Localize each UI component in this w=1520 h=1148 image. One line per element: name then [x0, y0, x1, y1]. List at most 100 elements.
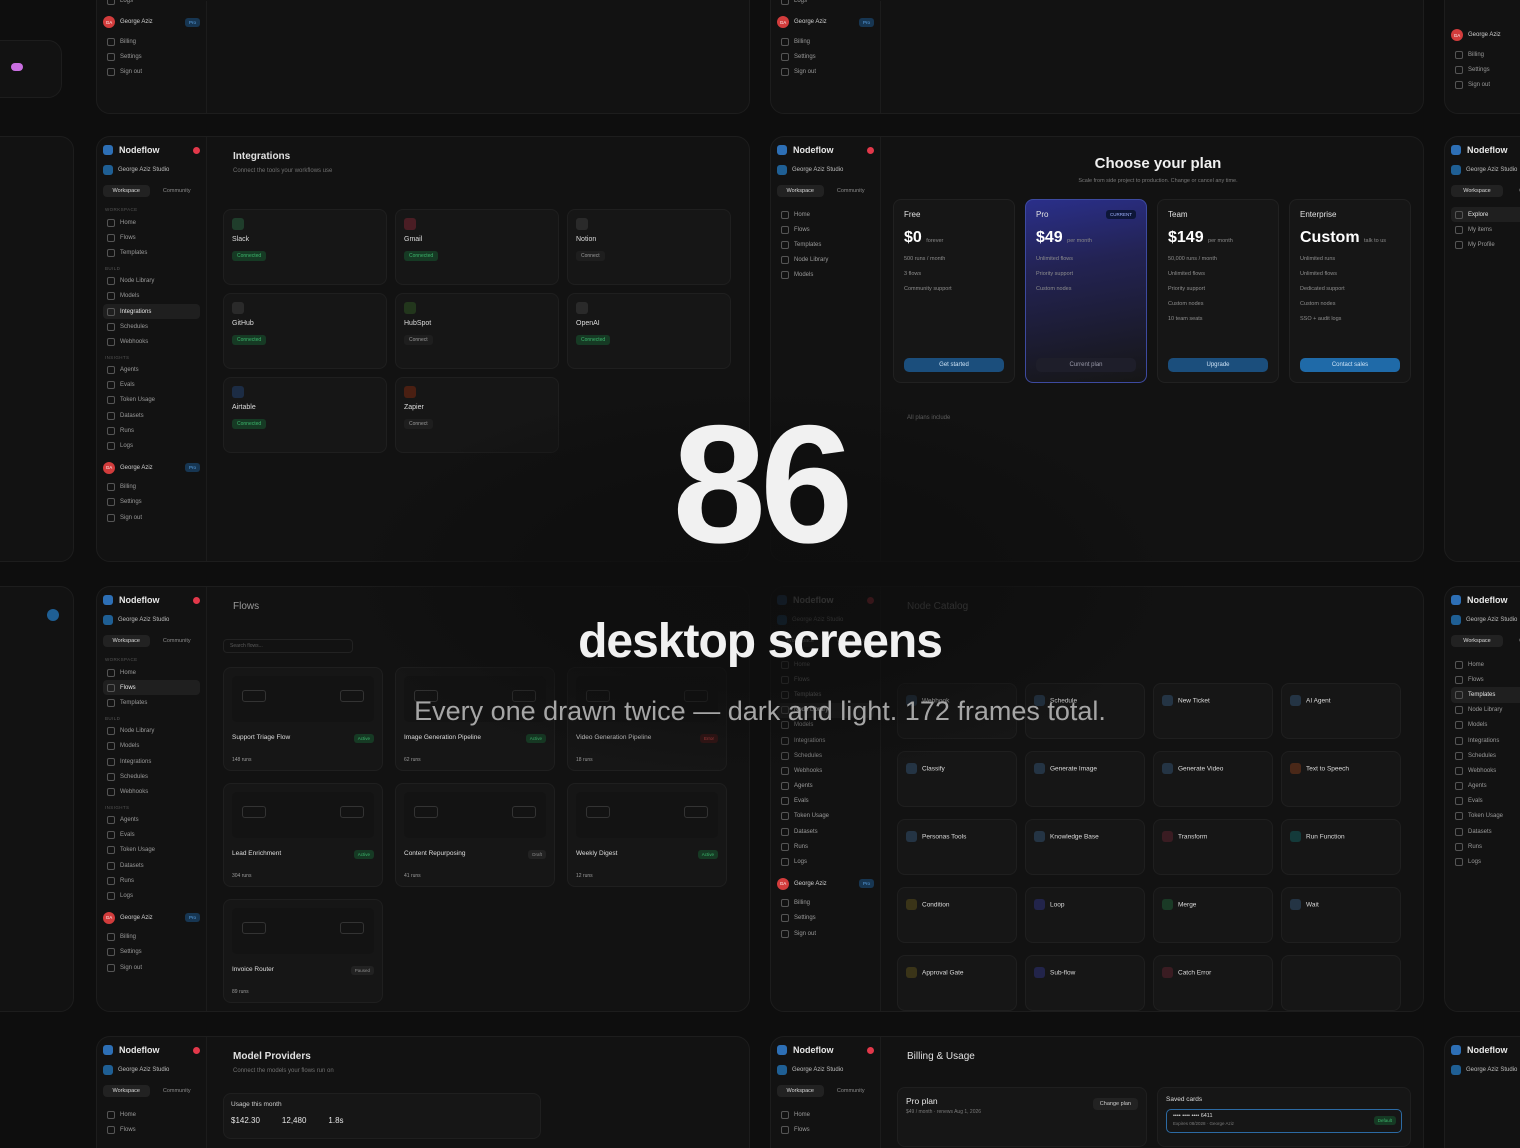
tab-community[interactable]: Community	[828, 185, 875, 197]
integration-card[interactable]: GitHub Connected	[223, 293, 387, 369]
nav-integrations[interactable]: Integrations	[103, 754, 200, 769]
node-card[interactable]: Generate Image	[1025, 751, 1145, 807]
nav-flows[interactable]: Flows	[103, 680, 200, 696]
integration-card[interactable]: Gmail Connected	[395, 209, 559, 285]
nav-logs[interactable]: Logs	[777, 0, 874, 8]
nav-webhooks[interactable]: Webhooks	[103, 784, 200, 799]
tab-community[interactable]: Community	[1507, 185, 1520, 197]
node-card[interactable]: Merge	[1153, 887, 1273, 943]
nav-settings[interactable]: Settings	[103, 49, 200, 64]
nav-evals[interactable]: Evals	[777, 794, 874, 809]
nav-runs[interactable]: Runs	[777, 839, 874, 854]
nav-agents[interactable]: Agents	[103, 363, 200, 378]
nav-billing[interactable]: Billing	[103, 930, 200, 945]
nav-logs[interactable]: Logs	[1451, 854, 1520, 869]
studio-switcher[interactable]: George Aziz Studio	[103, 1065, 200, 1075]
flow-card[interactable]: Invoice Router Paused 89 runs	[223, 899, 383, 1003]
nav-datasets[interactable]: Datasets	[777, 824, 874, 839]
nav-logs[interactable]: Logs	[777, 854, 874, 869]
nav-settings[interactable]: Settings	[1451, 62, 1520, 77]
contact-sales-button[interactable]: Contact sales	[1300, 358, 1400, 372]
nav-logs[interactable]: Logs	[103, 0, 200, 8]
studio-switcher[interactable]: George Aziz Studio	[103, 165, 200, 175]
nav-my-items[interactable]: My items	[1451, 222, 1520, 237]
nav-flows[interactable]: Flows	[777, 222, 874, 237]
nav-models[interactable]: Models	[777, 268, 874, 283]
nav-sign-out[interactable]: Sign out	[103, 960, 200, 975]
nav-flows[interactable]: Flows	[1451, 672, 1520, 687]
tab-workspace[interactable]: Workspace	[103, 185, 150, 197]
user-row[interactable]: GA George Aziz Pro	[777, 16, 874, 29]
user-row[interactable]: GA George Aziz Pro	[103, 16, 200, 29]
nav-webhooks[interactable]: Webhooks	[1451, 763, 1520, 778]
notification-bell-icon[interactable]	[867, 146, 874, 154]
nav-settings[interactable]: Settings	[103, 945, 200, 960]
notification-bell-icon[interactable]	[193, 596, 200, 604]
card-row[interactable]: •••• •••• •••• 6411 Expires 08/2028 · Ge…	[1166, 1109, 1402, 1133]
node-card[interactable]: Transform	[1153, 819, 1273, 875]
nav-evals[interactable]: Evals	[1451, 794, 1520, 809]
node-card[interactable]: Run Function	[1281, 819, 1401, 875]
notification-bell-icon[interactable]	[867, 596, 874, 604]
nav-models[interactable]: Models	[103, 289, 200, 304]
change-plan-button[interactable]: Change plan	[1092, 1098, 1138, 1110]
integration-card[interactable]: HubSpot Connect	[395, 293, 559, 369]
tab-workspace[interactable]: Workspace	[1451, 185, 1503, 197]
upgrade-button[interactable]: Upgrade	[1168, 358, 1268, 372]
add-node-card[interactable]	[1281, 955, 1401, 1011]
nav-models[interactable]: Models	[103, 739, 200, 754]
nav-token-usage[interactable]: Token Usage	[777, 809, 874, 824]
notification-bell-icon[interactable]	[193, 1046, 200, 1054]
nav-logs[interactable]: Logs	[103, 888, 200, 903]
nav-billing[interactable]: Billing	[777, 896, 874, 911]
nav-agents[interactable]: Agents	[777, 779, 874, 794]
nav-home[interactable]: Home	[777, 207, 874, 222]
nav-flows[interactable]: Flows	[777, 672, 874, 687]
nav-datasets[interactable]: Datasets	[1451, 824, 1520, 839]
nav-explore[interactable]: Explore	[1451, 207, 1520, 223]
node-card[interactable]: Generate Video	[1153, 751, 1273, 807]
nav-token-usage[interactable]: Token Usage	[103, 843, 200, 858]
node-card[interactable]: Classify	[897, 751, 1017, 807]
nav-integrations[interactable]: Integrations	[777, 733, 874, 748]
nav-runs[interactable]: Runs	[103, 873, 200, 888]
nav-templates[interactable]: Templates	[103, 245, 200, 260]
notification-bell-icon[interactable]	[867, 1046, 874, 1054]
nav-home[interactable]: Home	[103, 1107, 200, 1122]
nav-billing[interactable]: Billing	[777, 34, 874, 49]
nav-templates[interactable]: Templates	[777, 237, 874, 252]
nav-sign-out[interactable]: Sign out	[777, 65, 874, 80]
current-plan-button[interactable]: Current plan	[1036, 358, 1136, 372]
nav-flows[interactable]: Flows	[103, 1122, 200, 1137]
studio-switcher[interactable]: George Aziz Studio	[777, 165, 874, 175]
nav-webhooks[interactable]: Webhooks	[103, 334, 200, 349]
node-card[interactable]: Personas Tools	[897, 819, 1017, 875]
node-card[interactable]: Approval Gate	[897, 955, 1017, 1011]
nav-schedules[interactable]: Schedules	[777, 748, 874, 763]
connect-button[interactable]: Connect	[576, 251, 605, 261]
node-card[interactable]: Catch Error	[1153, 955, 1273, 1011]
tab-workspace[interactable]: Workspace	[777, 1085, 824, 1097]
flow-card[interactable]: Content Repurposing Draft 41 runs	[395, 783, 555, 887]
user-row[interactable]: GA George Aziz Pro	[103, 911, 200, 924]
node-card[interactable]: Wait	[1281, 887, 1401, 943]
nav-sign-out[interactable]: Sign out	[777, 926, 874, 941]
connect-button[interactable]: Connect	[404, 335, 433, 345]
toggle-pill[interactable]	[11, 63, 23, 71]
get-started-button[interactable]: Get started	[904, 358, 1004, 372]
notification-bell-icon[interactable]	[193, 146, 200, 154]
nav-schedules[interactable]: Schedules	[103, 769, 200, 784]
tab-workspace[interactable]: Workspace	[777, 185, 824, 197]
nav-integrations[interactable]: Integrations	[103, 303, 200, 320]
nav-agents[interactable]: Agents	[103, 813, 200, 828]
node-card[interactable]: Sub-flow	[1025, 955, 1145, 1011]
studio-switcher[interactable]: George Aziz Studio	[777, 1065, 874, 1075]
integration-card[interactable]: Notion Connect	[567, 209, 731, 285]
nav-node-library[interactable]: Node Library	[777, 253, 874, 268]
nav-agents[interactable]: Agents	[1451, 779, 1520, 794]
nav-schedules[interactable]: Schedules	[1451, 748, 1520, 763]
tab-community[interactable]: Community	[154, 185, 201, 197]
nav-home[interactable]: Home	[103, 215, 200, 230]
nav-settings[interactable]: Settings	[777, 49, 874, 64]
nav-runs[interactable]: Runs	[1451, 839, 1520, 854]
